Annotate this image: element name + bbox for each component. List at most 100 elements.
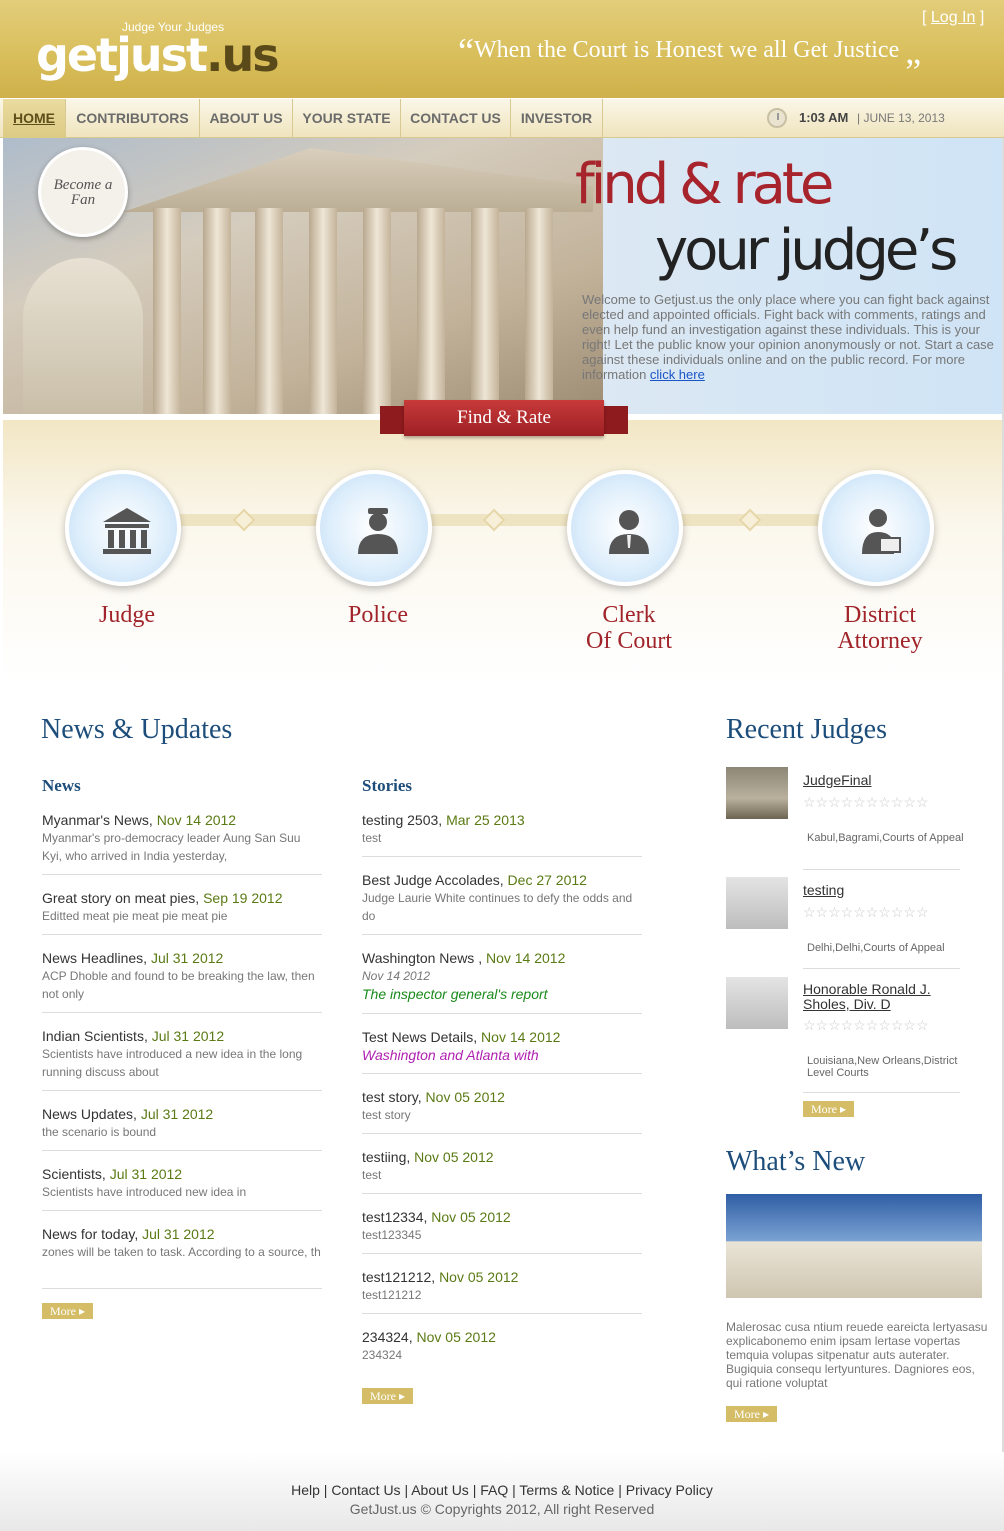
story-item-date: Mar 25 2013 — [446, 812, 525, 828]
column — [255, 208, 283, 414]
news-item[interactable]: Myanmar's News, Nov 14 2012 Myanmar's pro… — [42, 811, 322, 875]
stories-more-button[interactable]: More ▸ — [362, 1388, 414, 1404]
judge-name-link[interactable]: testing — [803, 883, 844, 898]
news-item-date: Jul 31 2012 — [151, 1028, 225, 1044]
story-item[interactable]: testiing, Nov 05 2012 test — [362, 1148, 642, 1194]
footer-link-contact-us[interactable]: Contact Us — [331, 1482, 400, 1498]
story-item-title[interactable]: 234324, — [362, 1329, 417, 1345]
column — [471, 208, 499, 414]
nav-about-us[interactable]: ABOUT US — [200, 99, 293, 138]
news-item[interactable]: Scientists, Jul 31 2012 Scientists have i… — [42, 1165, 322, 1211]
story-item-date: Nov 14 2012 — [481, 1029, 561, 1045]
column — [153, 208, 181, 414]
divider — [803, 1092, 960, 1093]
category-label-judge[interactable]: Judge — [37, 602, 217, 628]
column — [525, 208, 553, 414]
story-item-summary: test123345 — [362, 1228, 422, 1242]
story-item[interactable]: Washington News , Nov 14 2012 Nov 14 2012… — [362, 949, 642, 1014]
news-item-title[interactable]: News Updates, — [42, 1106, 141, 1122]
judge-rating-stars[interactable]: ☆☆☆☆☆☆☆☆☆☆ — [803, 1017, 929, 1034]
login-link[interactable]: Log In — [931, 9, 975, 26]
story-item[interactable]: test12334, Nov 05 2012 test123345 — [362, 1208, 642, 1254]
judge-location: Louisiana,New Orleans,District Level Cou… — [807, 1055, 958, 1079]
judge-name-link[interactable]: Honorable Ronald J. Sholes, Div. D — [803, 982, 943, 1012]
story-item-title[interactable]: test12334, — [362, 1209, 431, 1225]
hero-headline-find-rate: find & rate — [575, 152, 834, 217]
story-item-title[interactable]: Best Judge Accolades, — [362, 872, 508, 888]
clerk-person-icon — [609, 510, 649, 554]
nav-contributors[interactable]: CONTRIBUTORS — [66, 99, 200, 138]
story-item-title[interactable]: testing 2503, — [362, 812, 446, 828]
district-attorney-category-button[interactable] — [818, 470, 934, 586]
story-item[interactable]: test story, Nov 05 2012 test story — [362, 1088, 642, 1134]
category-label-clerk[interactable]: Clerk Of Court — [539, 602, 719, 654]
news-item-title[interactable]: Scientists, — [42, 1166, 110, 1182]
news-item-title[interactable]: Great story on meat pies, — [42, 890, 203, 906]
footer-links: Help | Contact Us | About Us | FAQ | Ter… — [291, 1482, 713, 1498]
footer-link-about-us[interactable]: About Us — [411, 1482, 469, 1498]
judge-rating-stars[interactable]: ☆☆☆☆☆☆☆☆☆☆ — [803, 904, 929, 921]
story-item-title[interactable]: testiing, — [362, 1149, 414, 1165]
click-here-link[interactable]: click here — [650, 367, 705, 382]
clerk-of-court-category-button[interactable] — [567, 470, 683, 586]
judge-location: Delhi,Delhi,Courts of Appeal — [807, 942, 945, 954]
site-header: Judge Your Judges getjust.us “When the C… — [0, 0, 1004, 98]
story-item[interactable]: Test News Details, Nov 14 2012 Washington… — [362, 1028, 642, 1074]
news-item-summary: Myanmar's pro-democracy leader Aung San … — [42, 831, 301, 863]
news-item[interactable]: Great story on meat pies, Sep 19 2012 Edi… — [42, 889, 322, 935]
category-label-police[interactable]: Police — [288, 602, 468, 628]
judge-category-button[interactable] — [65, 470, 181, 586]
nav-contact-us[interactable]: CONTACT US — [401, 99, 511, 138]
footer-link-terms[interactable]: Terms & Notice — [519, 1482, 614, 1498]
quote-open-mark: “ — [458, 31, 474, 71]
footer-link-privacy[interactable]: Privacy Policy — [626, 1482, 713, 1498]
police-category-button[interactable] — [316, 470, 432, 586]
story-item-title[interactable]: Washington News , — [362, 950, 486, 966]
story-item-summary: Nov 14 2012 — [362, 969, 431, 983]
story-item[interactable]: testing 2503, Mar 25 2013 test — [362, 811, 642, 857]
judge-name-link[interactable]: JudgeFinal — [803, 773, 872, 788]
news-more-button[interactable]: More ▸ — [42, 1303, 94, 1319]
news-item-summary: Scientists have introduced a new idea in… — [42, 1047, 303, 1079]
news-item[interactable]: News Headlines, Jul 31 2012 ACP Dhoble an… — [42, 949, 322, 1013]
story-item[interactable]: 234324, Nov 05 2012 234324 — [362, 1328, 642, 1368]
story-item-title[interactable]: Test News Details, — [362, 1029, 481, 1045]
footer-link-faq[interactable]: FAQ — [480, 1482, 508, 1498]
courthouse-pediment — [123, 148, 593, 212]
nav-home[interactable]: HOME — [3, 99, 66, 138]
news-item-date: Nov 14 2012 — [156, 812, 237, 828]
footer-link-help[interactable]: Help — [291, 1482, 320, 1498]
site-logo[interactable]: getjust.us — [36, 28, 280, 82]
column — [363, 208, 391, 414]
judge-avatar-placeholder[interactable] — [726, 877, 788, 929]
news-item-title[interactable]: Myanmar's News, — [42, 812, 157, 828]
attorney-writing-icon — [862, 509, 901, 554]
judge-avatar-placeholder[interactable] — [726, 977, 788, 1029]
news-item[interactable]: News for today, Jul 31 2012 zones will be… — [42, 1225, 322, 1289]
story-item[interactable]: test121212, Nov 05 2012 test121212 — [362, 1268, 642, 1314]
police-officer-icon — [358, 508, 398, 554]
become-a-fan-button[interactable]: Become a Fan — [38, 147, 128, 237]
news-item-summary: ACP Dhoble and found to be breaking the … — [42, 969, 315, 1001]
stories-subheading: Stories — [362, 776, 413, 795]
story-item-title[interactable]: test story, — [362, 1089, 426, 1105]
nav-your-state[interactable]: YOUR STATE — [293, 99, 401, 138]
category-label-district-attorney[interactable]: District Attorney — [790, 602, 970, 654]
story-item-title[interactable]: test121212, — [362, 1269, 439, 1285]
story-item[interactable]: Best Judge Accolades, Dec 27 2012 Judge L… — [362, 871, 642, 935]
news-item-title[interactable]: News for today, — [42, 1226, 142, 1242]
news-item-summary: Editted meat pie meat pie meat pie — [42, 909, 228, 923]
nav-investor[interactable]: INVESTOR — [511, 99, 603, 138]
whats-new-more-button[interactable]: More ▸ — [726, 1406, 778, 1422]
story-item-summary: test — [362, 1168, 382, 1182]
judge-avatar[interactable] — [726, 767, 788, 819]
news-item[interactable]: Indian Scientists, Jul 31 2012 Scientists… — [42, 1027, 322, 1091]
story-item-date: Nov 14 2012 — [485, 950, 566, 966]
supreme-court-photo[interactable] — [726, 1194, 982, 1298]
judge-rating-stars[interactable]: ☆☆☆☆☆☆☆☆☆☆ — [803, 794, 929, 811]
news-item-title[interactable]: Indian Scientists, — [42, 1028, 152, 1044]
news-item-title[interactable]: News Headlines, — [42, 950, 151, 966]
judges-more-button[interactable]: More ▸ — [803, 1101, 855, 1117]
news-item[interactable]: News Updates, Jul 31 2012 the scenario is… — [42, 1105, 322, 1151]
story-item-date: Nov 05 2012 — [439, 1269, 519, 1285]
